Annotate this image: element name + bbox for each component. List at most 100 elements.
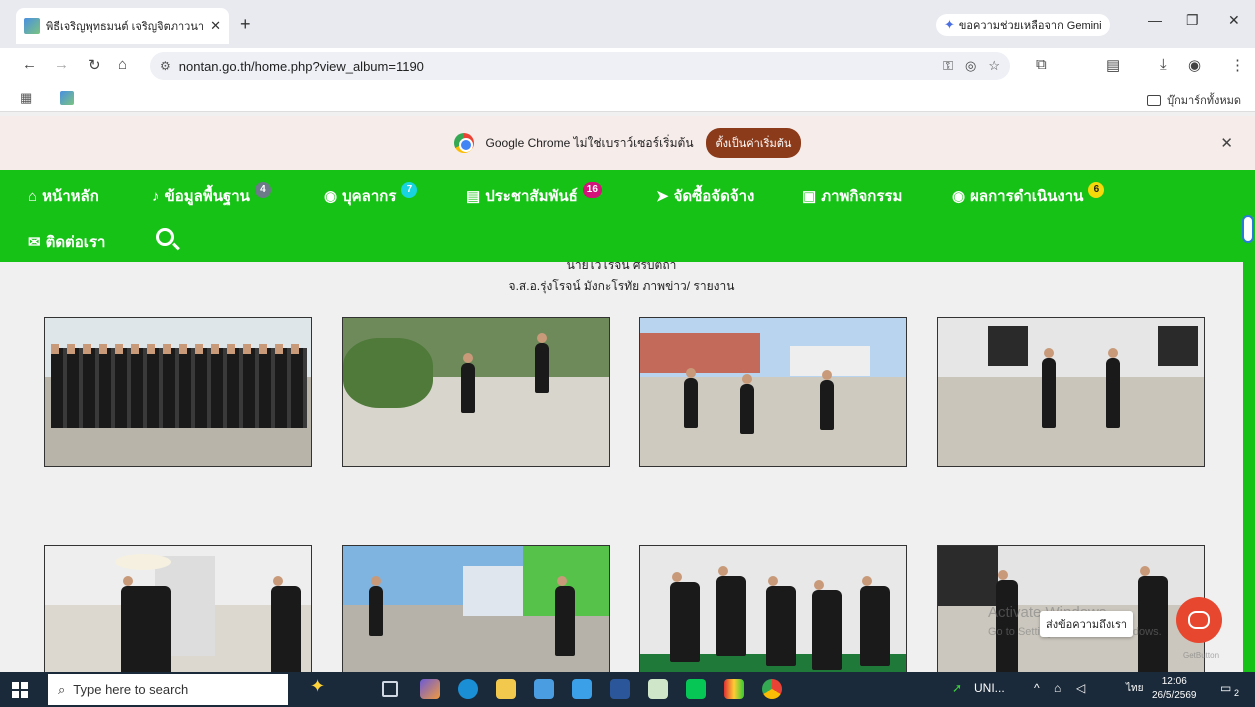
all-bookmarks-button[interactable]: บุ๊กมาร์กทั้งหมด bbox=[1147, 91, 1241, 109]
nav-label: ข้อมูลพื้นฐาน bbox=[164, 188, 250, 205]
windows-taskbar: ⌕ Type here to search ✦ ➚ UNI... ^ ⌂ ◁ ไ… bbox=[0, 672, 1255, 707]
app-icon[interactable] bbox=[572, 679, 592, 699]
page-scrollbar[interactable] bbox=[1243, 170, 1255, 672]
restore-icon[interactable]: ❐ bbox=[1186, 12, 1199, 29]
extensions-icon[interactable]: ⧉ bbox=[1036, 56, 1047, 73]
site-info-icon[interactable]: ⚙ bbox=[160, 59, 171, 73]
network-icon[interactable]: ⌂ bbox=[1054, 681, 1061, 695]
nav-activities[interactable]: ▣ ภาพกิจกรรม bbox=[802, 184, 902, 208]
windows-start-icon[interactable] bbox=[12, 682, 28, 698]
nav-label: ภาพกิจกรรม bbox=[821, 188, 903, 205]
clock-date: 26/5/2569 bbox=[1152, 690, 1197, 701]
set-default-button[interactable]: ตั้งเป็นค่าเริ่มต้น bbox=[705, 128, 802, 158]
album-photo[interactable] bbox=[639, 545, 907, 672]
bookmark-favicon-icon[interactable] bbox=[60, 91, 74, 105]
image-viewer-icon[interactable] bbox=[648, 679, 668, 699]
newspaper-icon: ▤ bbox=[466, 188, 481, 205]
nav-label: หน้าหลัก bbox=[42, 188, 99, 205]
clock[interactable]: 12:06 26/5/2569 bbox=[1152, 675, 1197, 703]
nav-personnel[interactable]: ◉ บุคลากร 7 bbox=[324, 182, 418, 208]
download-icon[interactable]: ⤓ bbox=[1160, 56, 1167, 73]
reload-icon[interactable]: ↻ bbox=[88, 56, 101, 74]
copilot-sparkle-icon[interactable]: ✦ bbox=[310, 676, 325, 697]
nav-label: จัดซื้อจัดจ้าง bbox=[673, 188, 755, 205]
volume-icon[interactable]: ◁ bbox=[1076, 681, 1085, 695]
tab-title: พิธีเจริญพุทธมนต์ เจริญจิตภาวนา (ม bbox=[46, 21, 207, 33]
getbutton-credit[interactable]: GetButton bbox=[1183, 651, 1219, 660]
word-icon[interactable] bbox=[610, 679, 630, 699]
key-icon[interactable]: ⚿ bbox=[943, 58, 953, 74]
line-icon[interactable] bbox=[686, 679, 706, 699]
caption-line-2: จ.ส.อ.รุ่งโรจน์ มังกะโรทัย ภาพข่าว/ รายง… bbox=[508, 279, 735, 293]
home-icon: ⌂ bbox=[28, 187, 38, 205]
all-bookmarks-label: บุ๊กมาร์กทั้งหมด bbox=[1167, 95, 1241, 107]
gemini-label: ขอความช่วยเหลือจาก Gemini bbox=[958, 20, 1102, 32]
search-icon: ⌕ bbox=[58, 681, 66, 697]
default-browser-infobar: Google Chrome ไม่ใช่เบราว์เซอร์เริ่มต้น … bbox=[0, 116, 1255, 170]
taskbar-search-placeholder: Type here to search bbox=[73, 682, 189, 697]
chrome-logo-icon bbox=[453, 133, 474, 153]
nav-label: ประชาสัมพันธ์ bbox=[485, 188, 578, 205]
app-tray-icon[interactable]: ➚ bbox=[952, 681, 962, 695]
address-bar[interactable]: ⚙ nontan.go.th/home.php?view_album=1190 … bbox=[150, 52, 1010, 80]
window-close-icon[interactable]: ✕ bbox=[1228, 12, 1240, 29]
url-text[interactable]: nontan.go.th/home.php?view_album=1190 bbox=[179, 59, 931, 74]
edge-icon[interactable] bbox=[458, 679, 478, 699]
site-navbar: ⌂ หน้าหลัก ♪ ข้อมูลพื้นฐาน 4 ◉ บุคลากร 7… bbox=[0, 170, 1243, 262]
new-tab-button[interactable]: + bbox=[240, 14, 251, 35]
profile-icon[interactable]: ◉ bbox=[1188, 56, 1201, 74]
nav-pr[interactable]: ▤ ประชาสัมพันธ์ 16 bbox=[466, 182, 602, 208]
caption-line-1: นายไวโรจน์ ศรีบัตถา bbox=[566, 262, 677, 272]
menu-icon[interactable]: ⋮ bbox=[1230, 56, 1245, 74]
envelope-icon: ✉ bbox=[28, 234, 41, 251]
user-circle-icon: ◉ bbox=[324, 188, 338, 205]
chrome-icon[interactable] bbox=[762, 679, 782, 699]
browser-tab[interactable]: พิธีเจริญพุทธมนต์ เจริญจิตภาวนา (ม ✕ bbox=[16, 8, 229, 44]
nav-basic-info[interactable]: ♪ ข้อมูลพื้นฐาน 4 bbox=[152, 182, 271, 208]
task-view-icon[interactable] bbox=[382, 681, 398, 697]
gemini-spark-icon: ✦ bbox=[944, 17, 955, 32]
bell-icon: ♪ bbox=[152, 187, 160, 205]
browser-toolbar: ← → ↻ ⌂ ⚙ nontan.go.th/home.php?view_alb… bbox=[0, 48, 1255, 84]
taskbar-search[interactable]: ⌕ Type here to search bbox=[48, 674, 288, 705]
user-circle-icon: ◉ bbox=[952, 188, 966, 205]
chat-button[interactable] bbox=[1176, 597, 1222, 643]
notification-icon[interactable]: ▭ bbox=[1220, 681, 1231, 695]
search-icon[interactable] bbox=[156, 228, 174, 246]
winrar-icon[interactable] bbox=[724, 679, 744, 699]
show-hidden-icons[interactable]: ^ bbox=[1034, 681, 1040, 695]
forward-icon[interactable]: → bbox=[54, 56, 69, 73]
infobar-close-icon[interactable]: ✕ bbox=[1220, 134, 1233, 152]
copilot-app-icon[interactable] bbox=[420, 679, 440, 699]
tray-app-label[interactable]: UNI... bbox=[974, 681, 1005, 695]
album-photo[interactable] bbox=[44, 545, 312, 672]
album-photo[interactable] bbox=[639, 317, 907, 467]
badge: 4 bbox=[254, 182, 271, 198]
back-icon[interactable]: ← bbox=[22, 56, 37, 73]
notification-count: 2 bbox=[1234, 688, 1240, 698]
minimize-icon[interactable]: — bbox=[1148, 12, 1162, 28]
file-explorer-icon[interactable] bbox=[496, 679, 516, 699]
scrollbar-thumb[interactable] bbox=[1242, 215, 1254, 243]
album-photo[interactable] bbox=[342, 545, 610, 672]
home-icon[interactable]: ⌂ bbox=[118, 56, 127, 73]
language-indicator[interactable]: ไทย bbox=[1126, 681, 1143, 696]
nav-procurement[interactable]: ➤ จัดซื้อจัดจ้าง bbox=[656, 184, 754, 208]
eye-off-icon[interactable]: ◎ bbox=[965, 58, 976, 74]
album-photo[interactable] bbox=[342, 317, 610, 467]
tab-close-icon[interactable]: ✕ bbox=[210, 18, 221, 34]
chat-tooltip[interactable]: ส่งข้อความถึงเรา bbox=[1040, 611, 1134, 637]
apps-grid-icon[interactable]: ▦ bbox=[20, 90, 32, 106]
store-icon[interactable] bbox=[534, 679, 554, 699]
nav-label: ผลการดำเนินงาน bbox=[970, 188, 1084, 205]
album-photo[interactable] bbox=[44, 317, 312, 467]
gemini-button[interactable]: ✦ ขอความช่วยเหลือจาก Gemini bbox=[936, 14, 1110, 36]
badge: 6 bbox=[1088, 182, 1105, 198]
star-icon[interactable]: ☆ bbox=[988, 58, 1000, 74]
album-photo[interactable] bbox=[937, 317, 1205, 467]
tab-strip: พิธีเจริญพุทธมนต์ เจริญจิตภาวนา (ม ✕ + ✦… bbox=[0, 0, 1255, 48]
reading-list-icon[interactable]: ▤ bbox=[1106, 56, 1120, 74]
nav-contact[interactable]: ✉ ติดต่อเรา bbox=[28, 230, 105, 254]
nav-performance[interactable]: ◉ ผลการดำเนินงาน 6 bbox=[952, 182, 1105, 208]
nav-home[interactable]: ⌂ หน้าหลัก bbox=[28, 184, 99, 208]
